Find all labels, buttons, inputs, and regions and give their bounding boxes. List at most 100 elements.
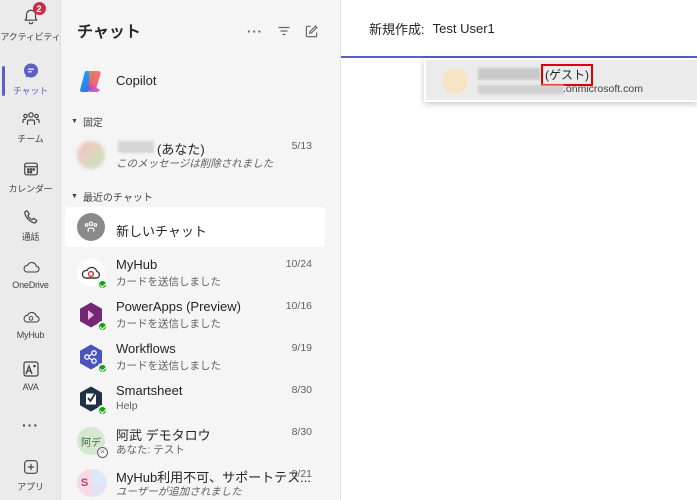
chat-date: 10/16: [285, 300, 312, 312]
cloud-icon: [20, 256, 42, 278]
chat-item-new-chat[interactable]: 新しいチャット: [65, 207, 325, 247]
chat-list-panel: チャット ··· Copilot ▼ 固定 (あなた) このメッセージは削除され…: [61, 0, 341, 500]
chat-preview: カードを送信しました: [116, 360, 221, 372]
ava-icon: [20, 358, 42, 380]
avatar-initials: S: [77, 469, 92, 497]
avatar: [77, 141, 105, 169]
chat-date: 8/30: [291, 384, 312, 396]
chevron-down-icon: ▼: [71, 118, 78, 125]
chat-item-group[interactable]: S MyHub利用不可、サポートテス... ユーザーが追加されました 8/21: [61, 467, 341, 499]
suggestion-item[interactable]: (ゲスト) .onmicrosoft.com: [426, 60, 697, 100]
rail-calls[interactable]: 通話: [0, 206, 61, 250]
filter-icon: [278, 26, 290, 36]
app-rail: 2 アクティビティ チャット チーム カレンダー 通話 OneDrive MyH…: [0, 0, 61, 500]
chat-date: 8/21: [291, 468, 312, 480]
chat-item-user[interactable]: 阿デ × 阿武 デモタロウ あなた: テスト 8/30: [61, 425, 341, 458]
rail-label: アクティビティ: [0, 32, 61, 42]
avatar: 阿デ ×: [77, 427, 108, 458]
rail-teams[interactable]: チーム: [0, 108, 61, 152]
myhub-icon: [20, 306, 42, 328]
recipient-input[interactable]: Test User1: [433, 21, 495, 36]
new-chat-header: 新規作成: Test User1: [341, 0, 697, 58]
section-recent[interactable]: ▼ 最近のチャット: [71, 189, 153, 204]
chat-item-myhub[interactable]: MyHub カードを送信しました 10/24: [61, 257, 341, 290]
chat-item-pinned[interactable]: (あなた) このメッセージは削除されました 5/13: [61, 139, 341, 171]
email-suffix: .onmicrosoft.com: [563, 83, 643, 95]
redacted-name: [478, 68, 540, 80]
rail-label: アプリ: [17, 482, 44, 492]
rail-chat[interactable]: チャット: [0, 60, 61, 104]
redacted-email: [478, 85, 564, 94]
avatar-tile: [92, 469, 107, 483]
recipient-suggestions: (ゲスト) .onmicrosoft.com: [424, 58, 697, 102]
chat-preview: このメッセージは削除されました: [116, 158, 274, 170]
chat-preview: Help: [116, 400, 138, 412]
rail-ava[interactable]: AVA: [0, 358, 61, 402]
chat-name: Workflows: [116, 341, 176, 356]
rail-label: MyHub: [16, 330, 45, 340]
status-available-icon: [97, 405, 108, 416]
notification-badge: 2: [32, 2, 46, 15]
chat-preview: カードを送信しました: [116, 276, 221, 288]
chat-date: 8/30: [291, 426, 312, 438]
avatar: [442, 68, 468, 94]
chat-preview: あなた: テスト: [116, 444, 185, 456]
rail-calendar[interactable]: カレンダー: [0, 158, 61, 202]
status-available-icon: [97, 321, 108, 332]
chat-preview: カードを送信しました: [116, 318, 221, 330]
chat-date: 9/19: [291, 342, 312, 354]
chat-name: Smartsheet: [116, 383, 183, 398]
calendar-icon: [20, 158, 42, 180]
rail-more[interactable]: ···: [0, 414, 61, 458]
rail-myhub[interactable]: MyHub: [0, 306, 61, 350]
chat-date: 5/13: [291, 140, 312, 152]
compose-icon: [305, 24, 318, 37]
chat-name: MyHub: [116, 257, 158, 272]
rail-label: カレンダー: [8, 184, 53, 194]
bell-icon: 2: [20, 2, 46, 28]
more-options-button[interactable]: ···: [246, 22, 264, 40]
chat-preview: ユーザーが追加されました: [116, 486, 242, 498]
group-avatar: S: [77, 469, 107, 497]
avatar-tile: [92, 483, 107, 497]
workflows-icon: [77, 343, 108, 374]
chat-name: 新しいチャット: [116, 224, 207, 239]
chat-item-copilot[interactable]: Copilot: [61, 66, 341, 96]
rail-label: 通話: [21, 232, 40, 242]
rail-onedrive[interactable]: OneDrive: [0, 256, 61, 300]
status-offline-icon: ×: [97, 447, 108, 458]
chevron-down-icon: ▼: [71, 193, 78, 200]
avatar-tiles: [92, 469, 107, 497]
status-available-icon: [97, 363, 108, 374]
smartsheet-icon: [77, 385, 108, 416]
section-label: 最近のチャット: [82, 193, 153, 204]
powerapps-icon: [77, 301, 108, 332]
chat-date: 10/24: [285, 258, 312, 270]
add-apps-icon: [20, 456, 42, 478]
chat-item-smartsheet[interactable]: Smartsheet Help 8/30: [61, 383, 341, 416]
filter-button[interactable]: [275, 22, 293, 40]
section-pinned[interactable]: ▼ 固定: [71, 114, 103, 129]
new-chat-button[interactable]: [302, 22, 320, 40]
redacted-name: [118, 141, 154, 153]
rail-label: チーム: [17, 134, 44, 144]
chat-item-powerapps[interactable]: PowerApps (Preview) カードを送信しました 10/16: [61, 299, 341, 332]
copilot-icon: [77, 67, 105, 95]
to-label: 新規作成:: [369, 21, 425, 37]
section-label: 固定: [82, 118, 103, 129]
rail-label: AVA: [22, 382, 39, 392]
rail-activity[interactable]: 2 アクティビティ: [0, 2, 61, 50]
teams-icon: [20, 108, 42, 130]
chat-name: Copilot: [116, 73, 157, 88]
avatar-initials: 阿デ: [81, 437, 101, 449]
chat-item-workflows[interactable]: Workflows カードを送信しました 9/19: [61, 341, 341, 374]
rail-apps[interactable]: アプリ: [0, 456, 61, 500]
more-icon: ···: [22, 417, 39, 433]
phone-icon: [20, 206, 42, 228]
myhub-app-icon: [77, 259, 108, 290]
group-avatar-icon: [77, 213, 105, 241]
rail-label: チャット: [12, 86, 49, 96]
rail-label: OneDrive: [12, 280, 49, 290]
chat-name: PowerApps (Preview): [116, 299, 241, 314]
status-available-icon: [97, 279, 108, 290]
